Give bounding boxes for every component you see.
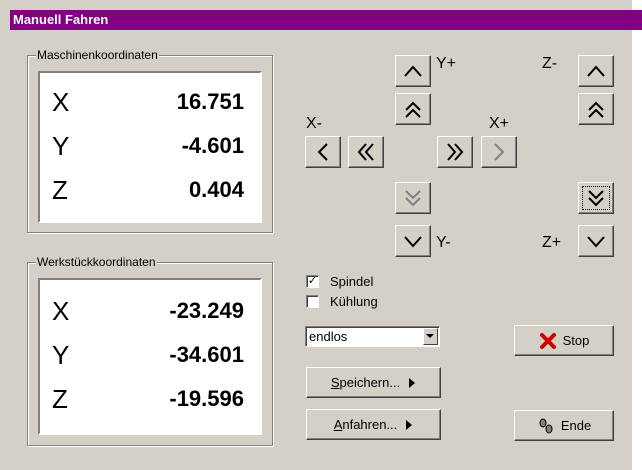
triangle-right-icon — [406, 419, 413, 430]
double-chevron-right-icon — [447, 143, 464, 161]
jog-z-plus-fast-button[interactable] — [578, 182, 614, 214]
coordinate-value: -19.596 — [169, 386, 244, 411]
jog-y-minus-fast-button[interactable] — [395, 182, 431, 214]
z-plus-label: Z+ — [542, 234, 562, 251]
jog-z-plus-button[interactable] — [578, 225, 614, 257]
chevron-down-icon — [404, 236, 422, 248]
cooling-checkbox[interactable] — [306, 295, 319, 308]
workpiece-coordinates-group: Werkstückkoordinaten X -23.249 Y -34.601… — [27, 255, 273, 446]
jog-y-plus-fast-button[interactable] — [395, 93, 431, 125]
y-plus-label: Y+ — [436, 55, 457, 72]
mode-select-value: endlos — [309, 329, 348, 344]
dropdown-button[interactable] — [423, 328, 438, 345]
axis-label: X — [52, 87, 70, 117]
double-chevron-left-icon — [357, 143, 374, 161]
spindle-label: Spindel — [330, 274, 374, 289]
coordinate-value: 0.404 — [188, 177, 244, 202]
red-x-icon — [539, 332, 556, 349]
chevron-down-icon — [587, 236, 605, 248]
x-plus-label: X+ — [489, 115, 510, 132]
axis-label: Z — [52, 175, 68, 205]
end-button[interactable]: Ende — [514, 410, 614, 441]
jog-z-minus-button[interactable] — [578, 55, 614, 87]
double-chevron-down-icon — [405, 190, 421, 207]
mode-select[interactable]: endlos — [305, 326, 440, 347]
title-bar[interactable]: Manuell Fahren — [10, 10, 642, 30]
spindle-checkbox[interactable]: ✓ — [306, 275, 319, 288]
workpiece-coordinates-title: Werkstückkoordinaten — [36, 255, 157, 269]
double-chevron-up-icon — [588, 101, 604, 118]
save-button[interactable]: Speichern... — [306, 367, 441, 398]
jog-y-plus-button[interactable] — [395, 55, 431, 87]
coordinate-value: -23.249 — [169, 298, 244, 323]
dropdown-arrow-icon — [426, 334, 434, 338]
save-button-label: Speichern... — [330, 375, 401, 390]
checkmark-icon: ✓ — [307, 275, 318, 287]
jog-x-minus-button[interactable] — [305, 136, 341, 168]
machine-coordinates-title: Maschinenkoordinaten — [36, 48, 159, 62]
stop-button[interactable]: Stop — [514, 325, 614, 356]
window-edge — [632, 0, 642, 470]
axis-label: X — [52, 296, 70, 326]
workpiece-row-z: Z -19.596 — [40, 384, 260, 424]
z-minus-label: Z- — [542, 55, 558, 72]
x-minus-label: X- — [306, 115, 322, 132]
y-minus-label: Y- — [436, 234, 451, 251]
workpiece-row-y: Y -34.601 — [40, 340, 260, 380]
machine-coordinates-group: Maschinenkoordinaten X 16.751 Y -4.601 Z… — [27, 48, 273, 233]
machine-row-z: Z 0.404 — [40, 175, 260, 215]
workpiece-row-x: X -23.249 — [40, 296, 260, 336]
approach-button-label: Anfahren... — [333, 417, 398, 432]
coordinate-value: -4.601 — [181, 133, 244, 158]
jog-x-plus-fast-button[interactable] — [437, 136, 473, 168]
machine-coordinates-display: X 16.751 Y -4.601 Z 0.404 — [38, 71, 262, 223]
cooling-label: Kühlung — [330, 294, 378, 309]
triangle-right-icon — [409, 377, 416, 388]
coordinate-value: -34.601 — [169, 342, 244, 367]
double-chevron-up-icon — [405, 101, 421, 118]
dialog-window: Manuell Fahren Maschinenkoordinaten X 16… — [0, 0, 642, 470]
jog-y-minus-button[interactable] — [395, 225, 431, 257]
axis-label: Z — [52, 384, 68, 414]
chevron-up-icon — [587, 65, 605, 77]
machine-row-y: Y -4.601 — [40, 131, 260, 171]
chevron-left-icon — [317, 143, 328, 161]
stop-button-label: Stop — [562, 333, 590, 348]
axis-label: Y — [52, 340, 70, 370]
window-title: Manuell Fahren — [13, 12, 109, 27]
coordinate-value: 16.751 — [176, 89, 244, 114]
chevron-up-icon — [404, 65, 422, 77]
end-button-label: Ende — [560, 418, 592, 433]
axis-label: Y — [52, 131, 70, 161]
chevron-right-icon — [494, 143, 505, 161]
jog-x-plus-button[interactable] — [481, 136, 517, 168]
workpiece-coordinates-display: X -23.249 Y -34.601 Z -19.596 — [38, 278, 262, 435]
jog-z-minus-fast-button[interactable] — [578, 93, 614, 125]
approach-button[interactable]: Anfahren... — [306, 409, 441, 440]
machine-row-x: X 16.751 — [40, 87, 260, 127]
footprints-icon — [539, 418, 553, 433]
jog-x-minus-fast-button[interactable] — [348, 136, 384, 168]
double-chevron-down-icon — [588, 190, 604, 207]
